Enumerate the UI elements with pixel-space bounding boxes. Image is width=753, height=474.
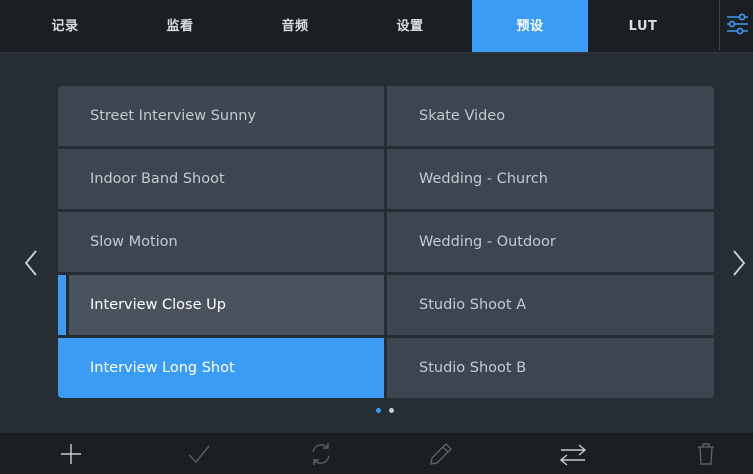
preset-item[interactable]: Skate Video — [387, 86, 714, 146]
apply-preset-button[interactable] — [168, 433, 228, 474]
tab-setup[interactable]: 设置 — [370, 0, 450, 50]
add-preset-button[interactable] — [40, 433, 100, 474]
check-icon — [188, 445, 210, 464]
preset-item[interactable]: Studio Shoot B — [387, 338, 714, 398]
delete-preset-button[interactable] — [675, 433, 735, 474]
settings-button[interactable] — [719, 0, 753, 50]
preset-item-active[interactable]: Interview Long Shot — [58, 338, 384, 398]
preset-grid: Street Interview Sunny Indoor Band Shoot… — [58, 86, 714, 398]
selection-marker — [58, 275, 66, 335]
page-dot-active — [376, 408, 381, 413]
chevron-left-icon — [24, 250, 37, 276]
marker-divider — [66, 275, 69, 335]
trash-icon — [698, 443, 714, 465]
preset-item[interactable]: Wedding - Church — [387, 149, 714, 209]
tab-bar-divider — [0, 52, 753, 54]
tab-bar: 记录 监看 音频 设置 预设 LUT — [0, 0, 753, 54]
tab-monitor[interactable]: 监看 — [135, 0, 225, 50]
preset-item[interactable]: Studio Shoot A — [387, 275, 714, 335]
preset-item[interactable]: Wedding - Outdoor — [387, 212, 714, 272]
preset-item-label: Interview Close Up — [90, 297, 226, 313]
tab-audio[interactable]: 音频 — [250, 0, 340, 50]
page-dot — [389, 408, 394, 413]
swap-arrows-icon — [559, 444, 587, 466]
plus-icon — [61, 444, 81, 464]
pencil-icon — [430, 443, 452, 465]
tab-presets[interactable]: 预设 — [472, 0, 588, 52]
refresh-icon — [312, 443, 330, 465]
tab-record[interactable]: 记录 — [30, 0, 100, 50]
preset-item[interactable]: Street Interview Sunny — [58, 86, 384, 146]
import-export-button[interactable] — [540, 433, 600, 474]
preset-item-marked[interactable]: Interview Close Up — [58, 275, 384, 335]
sliders-icon — [727, 13, 748, 35]
edit-preset-button[interactable] — [410, 433, 470, 474]
preset-item[interactable]: Indoor Band Shoot — [58, 149, 384, 209]
preset-item[interactable]: Slow Motion — [58, 212, 384, 272]
tab-lut[interactable]: LUT — [603, 0, 683, 50]
next-page-button[interactable] — [730, 245, 750, 281]
page-indicator — [370, 408, 400, 418]
update-preset-button[interactable] — [290, 433, 350, 474]
bottom-toolbar — [0, 433, 753, 474]
previous-page-button[interactable] — [22, 245, 42, 281]
chevron-right-icon — [733, 250, 746, 276]
